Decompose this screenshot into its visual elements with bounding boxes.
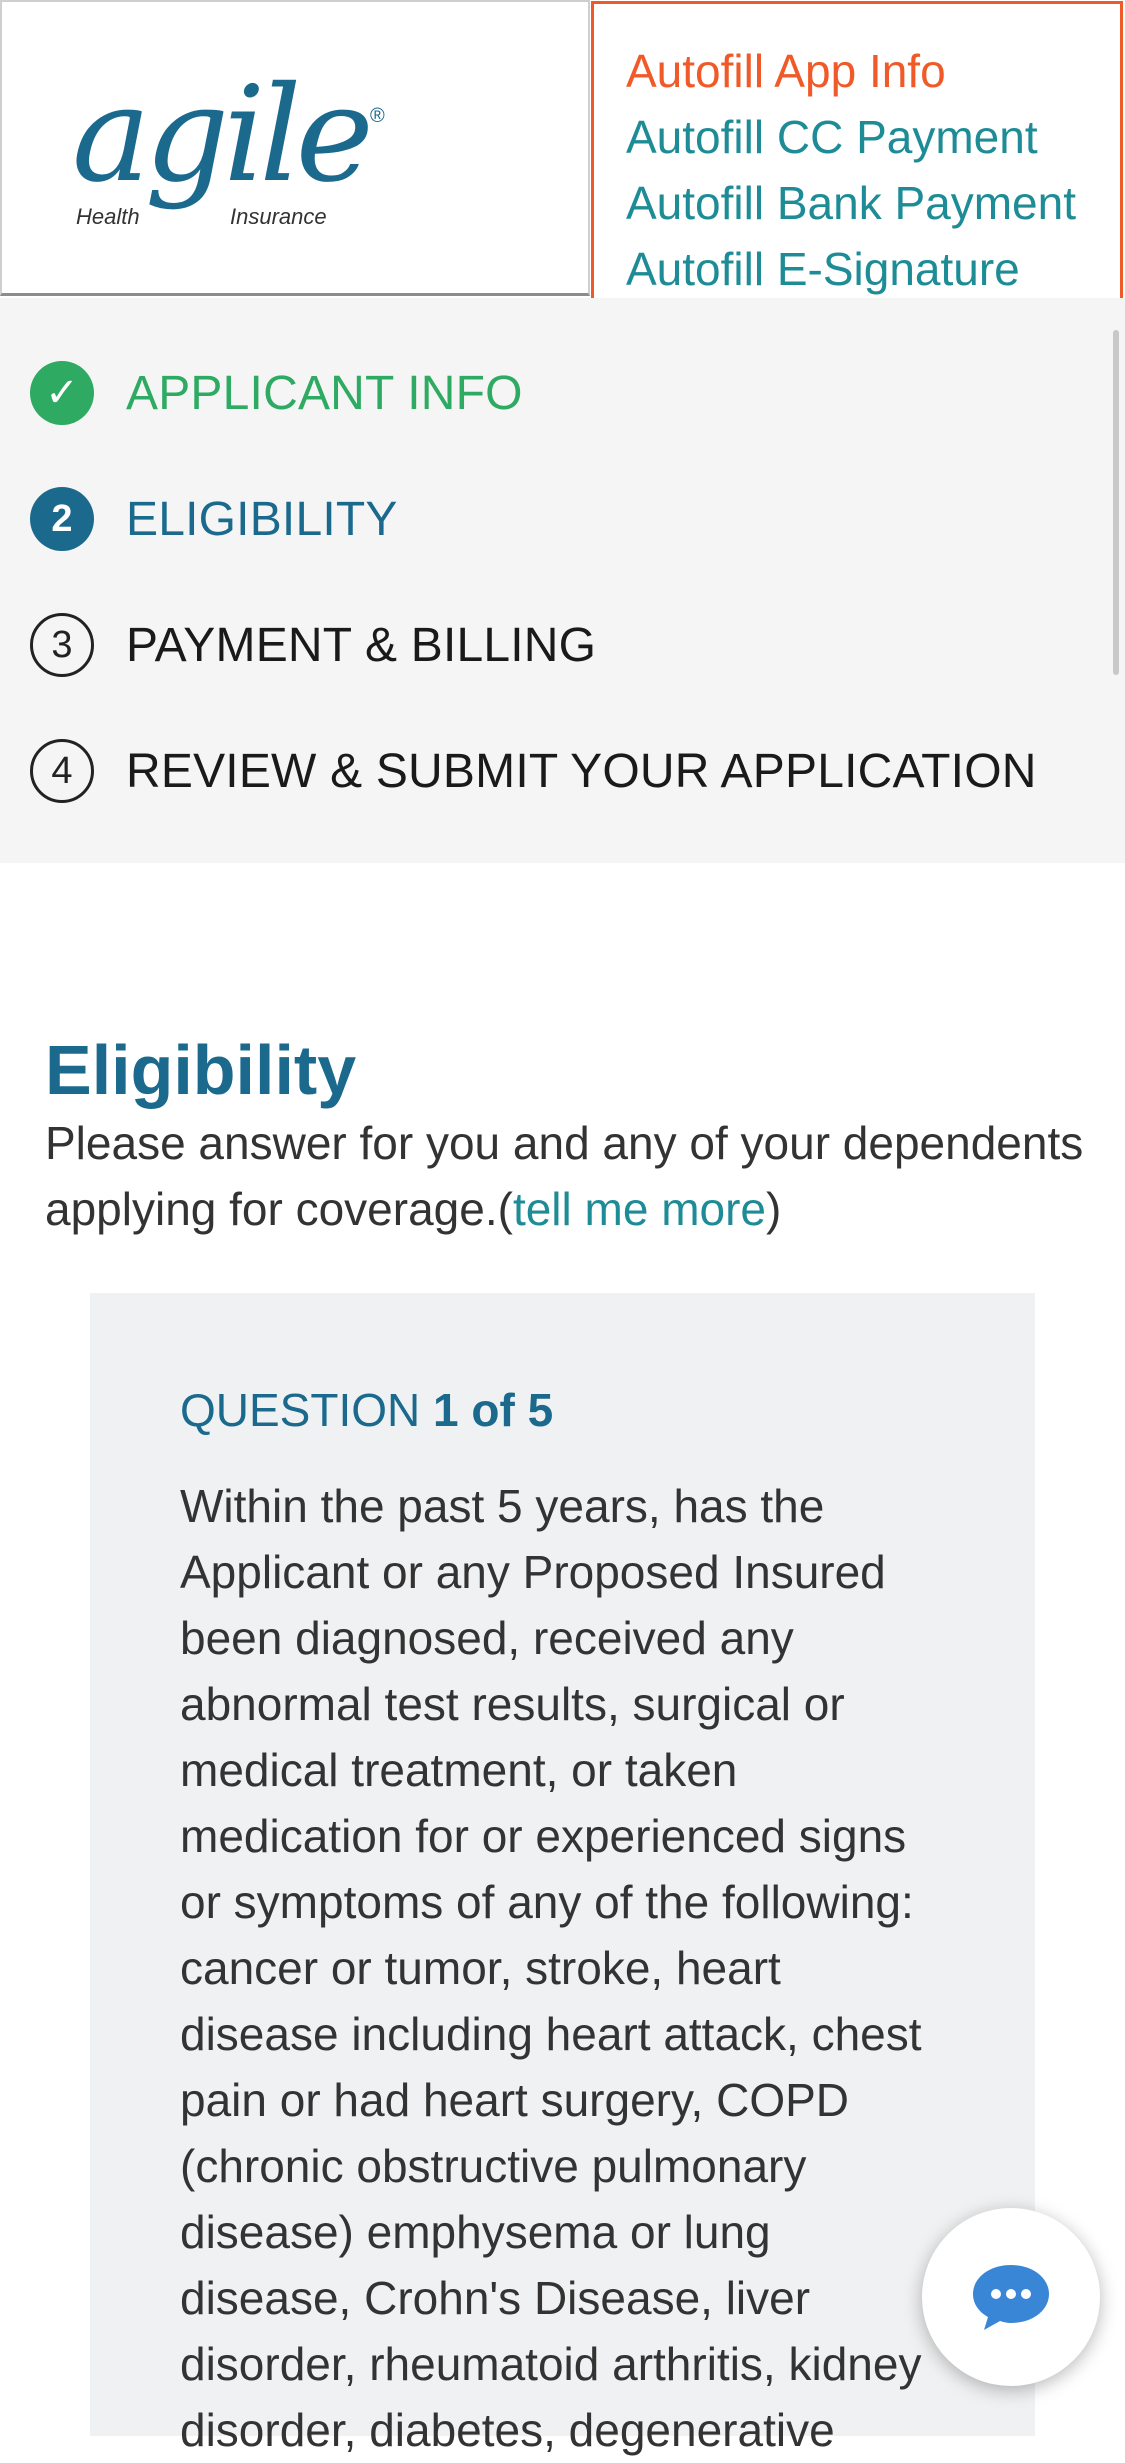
logo-word: agile [72, 62, 369, 212]
chat-bubble-icon [973, 2265, 1049, 2330]
step-label: APPLICANT INFO [126, 366, 523, 420]
question-text: Within the past 5 years, has the Applica… [180, 1480, 922, 2456]
step-number-badge: 2 [30, 487, 94, 551]
step-review-submit[interactable]: 4 REVIEW & SUBMIT YOUR APPLICATION [30, 738, 1037, 804]
step-payment-billing[interactable]: 3 PAYMENT & BILLING [30, 612, 596, 678]
question-card: QUESTION 1 of 5 Within the past 5 years,… [90, 1293, 1035, 2456]
intro-close-paren: ) [766, 1183, 782, 1235]
logo-sub-left: Health [76, 204, 140, 229]
autofill-cc-payment-link[interactable]: Autofill CC Payment [626, 104, 1120, 170]
intro-text: Please answer for you and any of your de… [45, 1110, 1085, 1242]
autofill-e-signature-link[interactable]: Autofill E-Signature [626, 236, 1120, 302]
question-prefix: QUESTION [180, 1384, 421, 1436]
chat-button[interactable] [922, 2208, 1100, 2386]
step-number-badge: 4 [30, 739, 94, 803]
logo-registered-mark: ® [370, 105, 385, 127]
question-number: 1 of 5 [433, 1384, 554, 1436]
question-counter: QUESTION 1 of 5 [180, 1383, 553, 1437]
progress-steps: ✓ APPLICANT INFO 2 ELIGIBILITY 3 PAYMENT… [0, 298, 1125, 863]
step-label: PAYMENT & BILLING [126, 618, 597, 672]
app-header: agile ® Health Insurance Autofill App In… [0, 0, 1125, 328]
logo-container: agile ® Health Insurance [0, 0, 590, 296]
step-label: ELIGIBILITY [126, 492, 398, 546]
page-title: Eligibility [45, 1031, 357, 1109]
step-eligibility[interactable]: 2 ELIGIBILITY [30, 486, 398, 552]
autofill-bank-payment-link[interactable]: Autofill Bank Payment [626, 170, 1120, 236]
step-number-badge: 3 [30, 613, 94, 677]
autofill-app-info-link[interactable]: Autofill App Info [626, 38, 1120, 104]
logo-sub-right: Insurance [230, 204, 327, 229]
step-label: REVIEW & SUBMIT YOUR APPLICATION [126, 744, 1037, 798]
tell-me-more-link[interactable]: tell me more [513, 1183, 766, 1235]
scrollbar[interactable] [1113, 330, 1119, 675]
agile-health-insurance-logo[interactable]: agile ® Health Insurance [72, 62, 392, 242]
checkmark-icon: ✓ [30, 361, 94, 425]
autofill-panel: Autofill App Info Autofill CC Payment Au… [591, 1, 1123, 328]
step-applicant-info[interactable]: ✓ APPLICANT INFO [30, 360, 523, 426]
